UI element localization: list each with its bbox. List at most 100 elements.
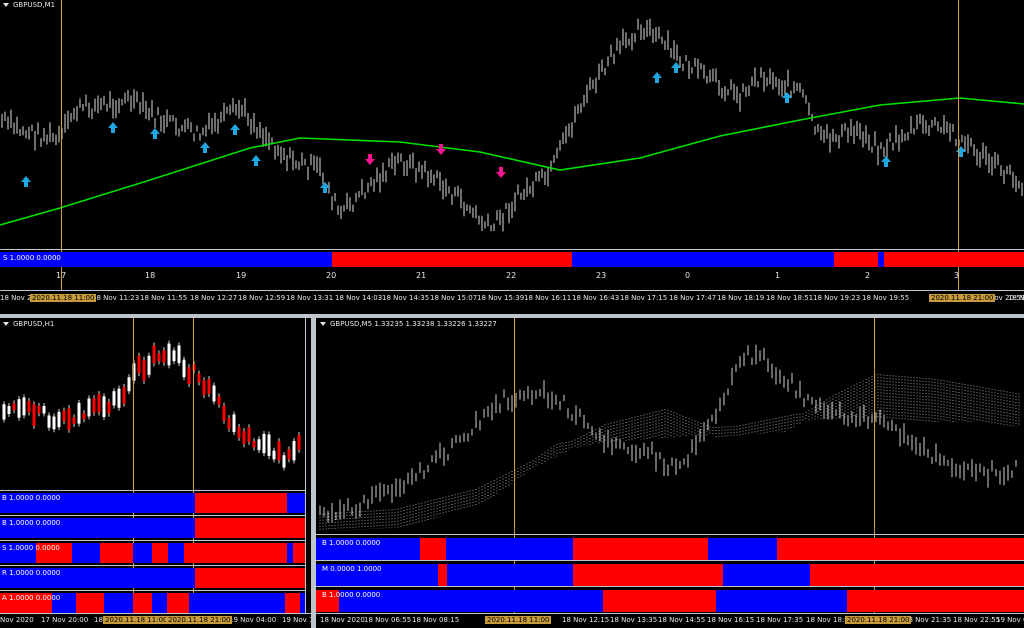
time-label: 18 Nov 12:59 xyxy=(238,294,286,302)
h1-indicator-divider xyxy=(0,565,305,566)
candle xyxy=(2,401,6,423)
time-label: 18 Nov 11:23 xyxy=(92,294,140,302)
m1-indicator-segment xyxy=(834,252,878,267)
time-label: Nov 2020 xyxy=(0,616,34,624)
day-label: 2 xyxy=(865,271,871,280)
h1-indicator-3-segment xyxy=(152,543,168,563)
time-label: 18 Nov 22:55 xyxy=(953,616,1001,624)
m1-chart-pane[interactable]: GBPUSD,M1 S 1.0000 0.0000 17 18 19 20 21 22 23… xyxy=(0,0,1024,314)
m1-indicator-segment xyxy=(884,252,1024,267)
h1-indicator-3-segment xyxy=(168,543,184,563)
m5-price-plot[interactable] xyxy=(316,318,1024,534)
m5-indicator-divider xyxy=(316,560,1024,561)
h1-axis-line xyxy=(0,613,311,614)
m5-indicator-divider xyxy=(316,586,1024,587)
candle xyxy=(52,413,56,433)
candle xyxy=(87,395,91,420)
day-label: 18 xyxy=(145,271,156,280)
day-label: 17 xyxy=(56,271,67,280)
time-label: 18 Nov 15:39 xyxy=(477,294,525,302)
m5-indicator-2-segment xyxy=(573,564,723,586)
h1-indicator-5-segment xyxy=(189,593,285,613)
candle xyxy=(127,374,131,395)
day-label: 22 xyxy=(506,271,517,280)
m5-indicator-2-segment xyxy=(438,564,447,586)
candle xyxy=(267,431,271,459)
h1-indicator-3-segment xyxy=(133,543,152,563)
candle xyxy=(147,352,151,378)
time-label: 19 Nov 00:15 xyxy=(996,616,1024,624)
time-label: 18 Nov 14:55 xyxy=(658,616,706,624)
candle xyxy=(197,370,201,386)
m1-axis-line xyxy=(0,290,1024,291)
buy-signal-arrow-icon xyxy=(251,155,261,166)
h1-indicator-divider xyxy=(0,515,305,516)
time-label: 18 Nov 16:15 xyxy=(707,616,755,624)
time-label: 18 Nov 12:15 xyxy=(562,616,610,624)
candle xyxy=(187,364,191,387)
candle xyxy=(252,438,256,451)
time-label: 18 Nov 08:15 xyxy=(412,616,460,624)
h1-chart-pane[interactable]: GBPUSD,H1 B 1.0000 0.0000 B 1.0000 0.0000… xyxy=(0,318,311,628)
m1-vline-right xyxy=(958,0,959,290)
h1-indicator-1-segment xyxy=(195,493,287,513)
day-label: 1 xyxy=(775,271,781,280)
m5-indicator-1-segment xyxy=(573,538,708,560)
h1-indicator-label: R 1.0000 0.0000 xyxy=(2,569,61,577)
time-label: 18 Nov 16:43 xyxy=(572,294,620,302)
h1-indicator-panels: B 1.0000 0.0000 B 1.0000 0.0000 S 1.0000 0… xyxy=(0,490,305,614)
m5-indicator-2-segment xyxy=(723,564,810,586)
candle xyxy=(82,410,86,423)
h1-indicator-3-segment xyxy=(100,543,133,563)
candle xyxy=(257,436,261,454)
m5-indicator-1-segment xyxy=(446,538,573,560)
m1-indicator-segment xyxy=(332,252,572,267)
time-label: 18 Nov 13:31 xyxy=(286,294,334,302)
candle xyxy=(232,411,236,436)
time-label: 18 Nov 14:35 xyxy=(382,294,430,302)
sell-signal-arrow-icon xyxy=(436,144,446,155)
time-label: 18 Nov 2020 xyxy=(320,616,365,624)
day-label: 0 xyxy=(685,271,691,280)
sell-signal-arrow-icon xyxy=(496,167,506,178)
m5-indicator-2-segment xyxy=(810,564,1024,586)
candle xyxy=(297,432,301,453)
candle xyxy=(287,446,291,463)
m5-indicator-label: B 1.0000 0.0000 xyxy=(322,539,381,547)
m5-time-badge-right: 2020.11.18 21:00 xyxy=(845,616,912,624)
m5-time-axis: 18 Nov 2020 18 Nov 06:55 18 Nov 08:15 18 No… xyxy=(316,616,1024,628)
time-label: 18 Nov 17:15 xyxy=(620,294,668,302)
candle xyxy=(27,398,31,416)
m1-time-badge-right: 2020.11.18 21:00 xyxy=(929,294,996,302)
candle xyxy=(72,414,76,428)
day-label: 21 xyxy=(416,271,427,280)
candle xyxy=(177,342,181,367)
h1-time-badge-left: 2020.11.18 11:00 xyxy=(103,616,170,624)
m1-vline-left xyxy=(61,0,62,290)
sell-signal-arrow-icon xyxy=(365,154,375,165)
candle xyxy=(202,377,206,399)
h1-indicator-divider xyxy=(0,490,305,491)
m5-indicator-3-segment xyxy=(847,590,1024,612)
m5-indicator-3-segment xyxy=(716,590,847,612)
h1-indicator-2-segment xyxy=(195,518,305,538)
buy-signal-arrow-icon xyxy=(230,124,240,135)
m1-price-plot[interactable] xyxy=(0,0,1024,250)
candle xyxy=(162,347,166,366)
m5-chart-pane[interactable]: GBPUSD,M5 1.33235 1.33238 1.33226 1.3322… xyxy=(316,318,1024,628)
candle xyxy=(67,405,71,433)
h1-price-plot[interactable] xyxy=(0,318,306,490)
candle xyxy=(37,402,41,417)
time-label: 18 Nov 19:55 xyxy=(862,294,910,302)
candle xyxy=(42,403,46,417)
candle xyxy=(172,347,176,365)
m5-indicator-2-segment xyxy=(447,564,573,586)
time-label: 18 Nov 11:55 xyxy=(140,294,188,302)
h1-indicator-label: B 1.0000 0.0000 xyxy=(2,519,61,527)
candle xyxy=(142,356,146,384)
m5-indicator-divider xyxy=(316,534,1024,535)
day-label: 23 xyxy=(596,271,607,280)
m5-time-badge-left: 2020.11.18 11:00 xyxy=(485,616,552,624)
buy-signal-arrow-icon xyxy=(108,122,118,133)
h1-indicator-1-segment xyxy=(287,493,305,513)
